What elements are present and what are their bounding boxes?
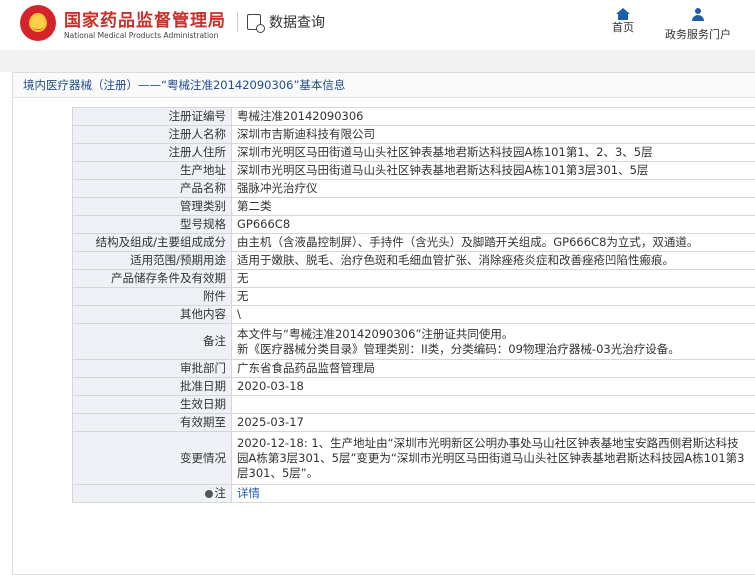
- detail-panel: 境内医疗器械（注册）——“粤械注准20142090306”基本信息 注册证编号粤…: [12, 72, 755, 575]
- field-value: 2020-03-18: [232, 378, 755, 396]
- nav-gov-portal[interactable]: 政务服务门户: [665, 8, 731, 42]
- details-link[interactable]: 详情: [237, 486, 260, 500]
- field-label: 其他内容: [73, 306, 232, 324]
- table-row: 注册证编号粤械注准20142090306: [73, 108, 755, 126]
- header-band: [0, 50, 755, 72]
- note-label: 注: [215, 486, 227, 500]
- field-label: 生产地址: [73, 162, 232, 180]
- remark-line-1: 本文件与“粤械注准20142090306”注册证共同使用。: [237, 327, 750, 342]
- header-divider: [237, 12, 238, 32]
- org-name-cn: 国家药品监督管理局: [64, 6, 226, 31]
- field-label: 产品储存条件及有效期: [73, 270, 232, 288]
- field-value: 详情: [232, 485, 755, 503]
- field-label: 有效期至: [73, 414, 232, 432]
- field-label: 产品名称: [73, 180, 232, 198]
- home-icon: [616, 8, 630, 14]
- field-label: 注册证编号: [73, 108, 232, 126]
- field-value: 由主机（含液晶控制屏）、手持件（含光头）及脚踏开关组成。GP666C8为立式，双…: [232, 234, 755, 252]
- field-value: 强脉冲光治疗仪: [232, 180, 755, 198]
- field-value: 广东省食品药品监督管理局: [232, 360, 755, 378]
- field-value: [232, 396, 755, 414]
- table-row: 变更情况2020-12-18: 1、生产地址由“深圳市光明新区公明办事处马山社区…: [73, 432, 755, 485]
- table-row: 注册人住所深圳市光明区马田街道马山头社区钟表基地君斯达科技园A栋101第1、2、…: [73, 144, 755, 162]
- field-value: \: [232, 306, 755, 324]
- table-row: 型号规格GP666C8: [73, 216, 755, 234]
- field-value: GP666C8: [232, 216, 755, 234]
- field-label: 变更情况: [73, 432, 232, 485]
- table-row: 产品名称强脉冲光治疗仪: [73, 180, 755, 198]
- note-bullet-icon: [205, 490, 213, 498]
- nmpa-emblem-icon: [20, 5, 56, 41]
- table-row: 管理类别第二类: [73, 198, 755, 216]
- table-row: 备注 本文件与“粤械注准20142090306”注册证共同使用。 新《医疗器械分…: [73, 324, 755, 360]
- table-row: 生产地址深圳市光明区马田街道马山头社区钟表基地君斯达科技园A栋101第3层301…: [73, 162, 755, 180]
- field-label: 附件: [73, 288, 232, 306]
- data-query-label: 数据查询: [269, 12, 325, 32]
- field-value: 2020-12-18: 1、生产地址由“深圳市光明新区公明办事处马山社区钟表基地…: [232, 432, 755, 485]
- field-value: 深圳市光明区马田街道马山头社区钟表基地君斯达科技园A栋101第3层301、5层: [232, 162, 755, 180]
- table-row: 批准日期2020-03-18: [73, 378, 755, 396]
- table-row: 审批部门广东省食品药品监督管理局: [73, 360, 755, 378]
- field-label: 注册人名称: [73, 126, 232, 144]
- field-label: 管理类别: [73, 198, 232, 216]
- data-query-title: 数据查询: [247, 12, 325, 32]
- table-row: 注 详情: [73, 485, 755, 503]
- table-row: 其他内容\: [73, 306, 755, 324]
- field-label: 结构及组成/主要组成成分: [73, 234, 232, 252]
- field-value: 深圳市光明区马田街道马山头社区钟表基地君斯达科技园A栋101第1、2、3、5层: [232, 144, 755, 162]
- table-row: 注册人名称深圳市吉斯迪科技有限公司: [73, 126, 755, 144]
- field-value: 第二类: [232, 198, 755, 216]
- field-value: 无: [232, 288, 755, 306]
- user-icon: [691, 8, 705, 21]
- nav-gov-label: 政务服务门户: [665, 26, 731, 42]
- field-value: 无: [232, 270, 755, 288]
- breadcrumb: 境内医疗器械（注册）——“粤械注准20142090306”基本信息: [13, 73, 755, 98]
- field-label: 备注: [73, 324, 232, 360]
- table-row: 生效日期: [73, 396, 755, 414]
- field-value: 本文件与“粤械注准20142090306”注册证共同使用。 新《医疗器械分类目录…: [232, 324, 755, 360]
- field-label: 注: [73, 485, 232, 503]
- field-value: 2025-03-17: [232, 414, 755, 432]
- field-value: 粤械注准20142090306: [232, 108, 755, 126]
- remark-line-2: 新《医疗器械分类目录》管理类别：II类，分类编码：09物理治疗器械-03光治疗设…: [237, 342, 750, 357]
- field-label: 注册人住所: [73, 144, 232, 162]
- nav-home[interactable]: 首页: [612, 8, 634, 35]
- field-label: 型号规格: [73, 216, 232, 234]
- table-row: 有效期至2025-03-17: [73, 414, 755, 432]
- field-value: 适用于嫩肤、脱毛、治疗色斑和毛细血管扩张、消除痤疮炎症和改善痤疮凹陷性瘢痕。: [232, 252, 755, 270]
- table-row: 适用范围/预期用途适用于嫩肤、脱毛、治疗色斑和毛细血管扩张、消除痤疮炎症和改善痤…: [73, 252, 755, 270]
- field-label: 批准日期: [73, 378, 232, 396]
- org-name-en: National Medical Products Administration: [64, 31, 218, 40]
- field-label: 生效日期: [73, 396, 232, 414]
- field-value: 深圳市吉斯迪科技有限公司: [232, 126, 755, 144]
- table-row: 产品储存条件及有效期无: [73, 270, 755, 288]
- info-table: 注册证编号粤械注准20142090306 注册人名称深圳市吉斯迪科技有限公司 注…: [72, 107, 755, 503]
- table-row: 结构及组成/主要组成成分由主机（含液晶控制屏）、手持件（含光头）及脚踏开关组成。…: [73, 234, 755, 252]
- document-search-icon: [247, 14, 261, 30]
- nav-home-label: 首页: [612, 19, 634, 35]
- field-label: 审批部门: [73, 360, 232, 378]
- field-label: 适用范围/预期用途: [73, 252, 232, 270]
- site-header: 国家药品监督管理局 National Medical Products Admi…: [0, 0, 755, 50]
- table-row: 附件无: [73, 288, 755, 306]
